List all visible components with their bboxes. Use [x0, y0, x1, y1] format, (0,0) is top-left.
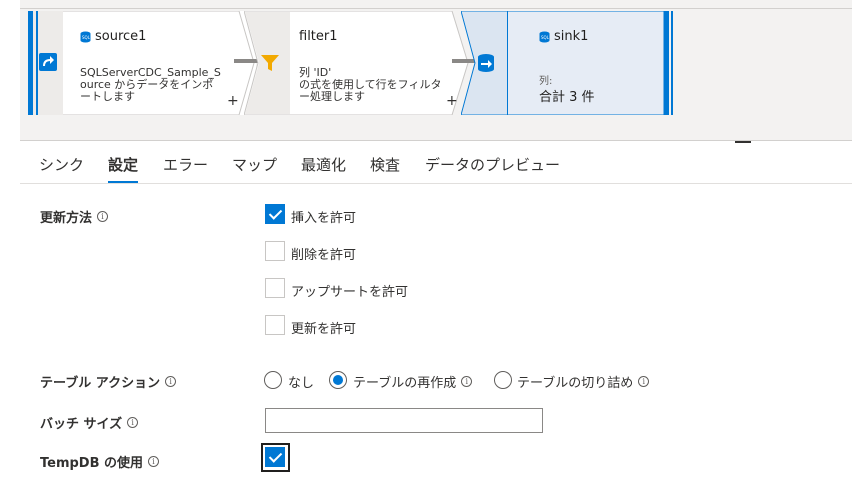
- source-add-button[interactable]: +: [227, 93, 239, 109]
- sink-columns-label: 列:: [539, 76, 553, 87]
- update-method-text: 更新方法: [40, 211, 93, 226]
- table-action-truncate-text: テーブルの切り詰め: [517, 376, 634, 391]
- tempdb-text: TempDB の使用: [40, 456, 144, 471]
- info-icon[interactable]: i: [127, 417, 139, 428]
- table-action-recreate-radio[interactable]: [329, 371, 347, 389]
- allow-update-checkbox[interactable]: [265, 315, 285, 335]
- table-action-recreate-text: テーブルの再作成: [353, 376, 457, 391]
- tab-optimize[interactable]: 最適化: [301, 154, 346, 175]
- info-icon[interactable]: i: [97, 211, 109, 222]
- sink-node[interactable]: SQL sink1 列: 合計 3 件: [461, 11, 677, 115]
- source-node-title: SQL source1: [80, 29, 146, 44]
- allow-insert-checkbox[interactable]: [265, 204, 285, 224]
- sink-title-text: sink1: [554, 29, 589, 44]
- table-action-none-label: なし: [288, 372, 314, 391]
- sink-node-title: SQL sink1: [539, 29, 588, 44]
- funnel-icon: [261, 55, 279, 71]
- info-icon[interactable]: i: [638, 376, 650, 387]
- tab-sink-label: シンク: [39, 156, 85, 174]
- dataflow-canvas: SQL source1 SQLServerCDC_Sample_Source か…: [20, 0, 852, 141]
- sql-db-icon: SQL: [80, 31, 91, 42]
- table-action-recreate-label: テーブルの再作成 i: [353, 372, 473, 391]
- sink-columns-value: 合計 3 件: [539, 90, 595, 105]
- canvas-collapse-handle[interactable]: [735, 141, 751, 143]
- use-tempdb-checkbox[interactable]: [265, 447, 285, 467]
- batch-size-label: バッチ サイズ i: [40, 413, 139, 432]
- tab-sink[interactable]: シンク: [39, 154, 84, 175]
- allow-update-label: 更新を許可: [291, 322, 357, 337]
- source-node-description: SQLServerCDC_Sample_Source からデータをインポートしま…: [80, 66, 221, 103]
- allow-delete-checkbox[interactable]: [265, 241, 285, 261]
- table-action-text: テーブル アクション: [40, 376, 161, 391]
- filter-desc-line2: の式を使用して行をフィルター処理します: [299, 78, 442, 103]
- svg-text:SQL: SQL: [82, 35, 91, 40]
- info-icon[interactable]: i: [461, 376, 473, 387]
- tab-errors[interactable]: エラー: [163, 154, 208, 175]
- allow-upsert-label: アップサートを許可: [291, 285, 409, 300]
- allow-upsert-checkbox[interactable]: [265, 278, 285, 298]
- tab-mapping[interactable]: マップ: [232, 154, 277, 175]
- svg-text:SQL: SQL: [541, 35, 550, 40]
- batch-size-text: バッチ サイズ: [40, 417, 123, 432]
- import-arrow-icon: [39, 53, 57, 71]
- update-method-label: 更新方法 i: [40, 207, 109, 226]
- table-action-truncate-label: テーブルの切り詰め i: [517, 372, 650, 391]
- tab-inspect-label: 検査: [370, 156, 401, 174]
- info-icon[interactable]: i: [148, 456, 160, 467]
- table-action-none-text: なし: [288, 376, 315, 391]
- tab-mapping-label: マップ: [232, 156, 278, 174]
- active-tab-indicator: [108, 181, 139, 183]
- settings-tabs: シンク 設定 エラー マップ 最適化 検査 データのプレビュー: [20, 144, 852, 184]
- source-node[interactable]: SQL source1 SQLServerCDC_Sample_Source か…: [28, 11, 256, 115]
- sink-export-icon: [476, 53, 496, 73]
- source-title-text: source1: [95, 29, 147, 44]
- tab-errors-label: エラー: [163, 156, 209, 174]
- tab-inspect[interactable]: 検査: [370, 154, 400, 175]
- allow-delete-label: 削除を許可: [291, 248, 357, 263]
- tempdb-label: TempDB の使用 i: [40, 452, 160, 471]
- filter-title-text: filter1: [299, 29, 338, 44]
- info-icon[interactable]: i: [165, 376, 177, 387]
- tab-optimize-label: 最適化: [301, 156, 347, 174]
- table-action-label: テーブル アクション i: [40, 372, 177, 391]
- batch-size-input[interactable]: [265, 408, 543, 433]
- tab-data-preview-label: データのプレビュー: [425, 156, 561, 174]
- filter-node-description: 列 'ID' の式を使用して行をフィルター処理します: [299, 67, 447, 103]
- tab-data-preview[interactable]: データのプレビュー: [425, 154, 560, 175]
- canvas-divider: [20, 8, 852, 9]
- filter-node-title: filter1: [299, 29, 338, 44]
- tab-settings[interactable]: 設定: [108, 154, 139, 183]
- table-action-none-radio[interactable]: [264, 371, 282, 389]
- filter-node[interactable]: filter1 列 'ID' の式を使用して行をフィルター処理します: [244, 11, 470, 115]
- sql-db-icon: SQL: [539, 31, 550, 42]
- filter-add-button[interactable]: +: [446, 93, 458, 109]
- allow-insert-label: 挿入を許可: [291, 211, 357, 226]
- table-action-truncate-radio[interactable]: [494, 371, 512, 389]
- tab-settings-label: 設定: [108, 156, 139, 174]
